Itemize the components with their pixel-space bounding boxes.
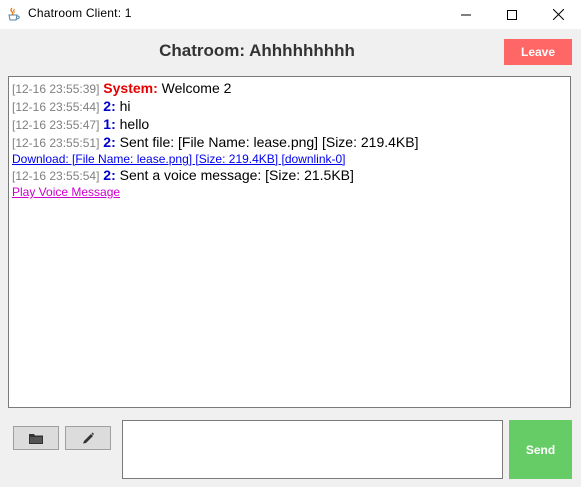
room-title: Chatroom: Ahhhhhhhhh bbox=[159, 41, 355, 60]
minimize-button[interactable] bbox=[443, 0, 489, 29]
close-button[interactable] bbox=[535, 0, 581, 29]
message-sender: 2: bbox=[103, 98, 116, 114]
message-sender: 2: bbox=[103, 167, 116, 183]
message-text: Welcome 2 bbox=[161, 80, 232, 96]
chat-message: [12-16 23:55:39] System: Welcome 2 bbox=[12, 80, 567, 98]
message-text: Sent a voice message: [Size: 21.5KB] bbox=[119, 167, 354, 183]
window-title: Chatroom Client: 1 bbox=[28, 6, 132, 20]
play-voice-link[interactable]: Play Voice Message bbox=[12, 185, 120, 199]
message-timestamp: [12-16 23:55:44] bbox=[12, 100, 100, 114]
chatroom-window: Chatroom Client: 1 Chatroom: Ahhhhhhhhh … bbox=[0, 0, 581, 487]
voice-link-row: Play Voice Message bbox=[12, 185, 567, 200]
chat-message: [12-16 23:55:47] 1: hello bbox=[12, 116, 567, 134]
pen-icon bbox=[81, 429, 95, 448]
chat-message: [12-16 23:55:54] 2: Sent a voice message… bbox=[12, 167, 567, 185]
message-text: Sent file: [File Name: lease.png] [Size:… bbox=[119, 134, 419, 150]
message-timestamp: [12-16 23:55:47] bbox=[12, 118, 100, 132]
message-timestamp: [12-16 23:55:51] bbox=[12, 136, 100, 150]
chat-message: [12-16 23:55:44] 2: hi bbox=[12, 98, 567, 116]
message-sender: System: bbox=[103, 80, 158, 96]
download-file-link[interactable]: Download: [File Name: lease.png] [Size: … bbox=[12, 152, 346, 166]
chat-message: [12-16 23:55:51] 2: Sent file: [File Nam… bbox=[12, 134, 567, 152]
message-input[interactable] bbox=[122, 420, 503, 479]
message-sender: 2: bbox=[103, 134, 116, 150]
leave-button[interactable]: Leave bbox=[504, 39, 572, 65]
title-bar: Chatroom Client: 1 bbox=[0, 0, 581, 29]
message-sender: 1: bbox=[103, 116, 116, 132]
java-cup-icon bbox=[6, 6, 22, 22]
message-text: hello bbox=[119, 116, 150, 132]
message-text: hi bbox=[119, 98, 131, 114]
maximize-button[interactable] bbox=[489, 0, 535, 29]
minimize-icon bbox=[461, 5, 471, 24]
chatroom-header: Chatroom: Ahhhhhhhhh Leave bbox=[0, 29, 581, 73]
message-timestamp: [12-16 23:55:39] bbox=[12, 82, 100, 96]
draw-button[interactable] bbox=[65, 426, 111, 450]
close-icon bbox=[552, 5, 564, 24]
chat-history[interactable]: [12-16 23:55:39] System: Welcome 2 [12-1… bbox=[8, 76, 571, 408]
folder-icon bbox=[29, 429, 43, 448]
send-button[interactable]: Send bbox=[509, 420, 572, 479]
message-timestamp: [12-16 23:55:54] bbox=[12, 169, 100, 183]
send-file-button[interactable] bbox=[13, 426, 59, 450]
maximize-icon bbox=[507, 5, 517, 24]
download-link-row: Download: [File Name: lease.png] [Size: … bbox=[12, 152, 567, 167]
